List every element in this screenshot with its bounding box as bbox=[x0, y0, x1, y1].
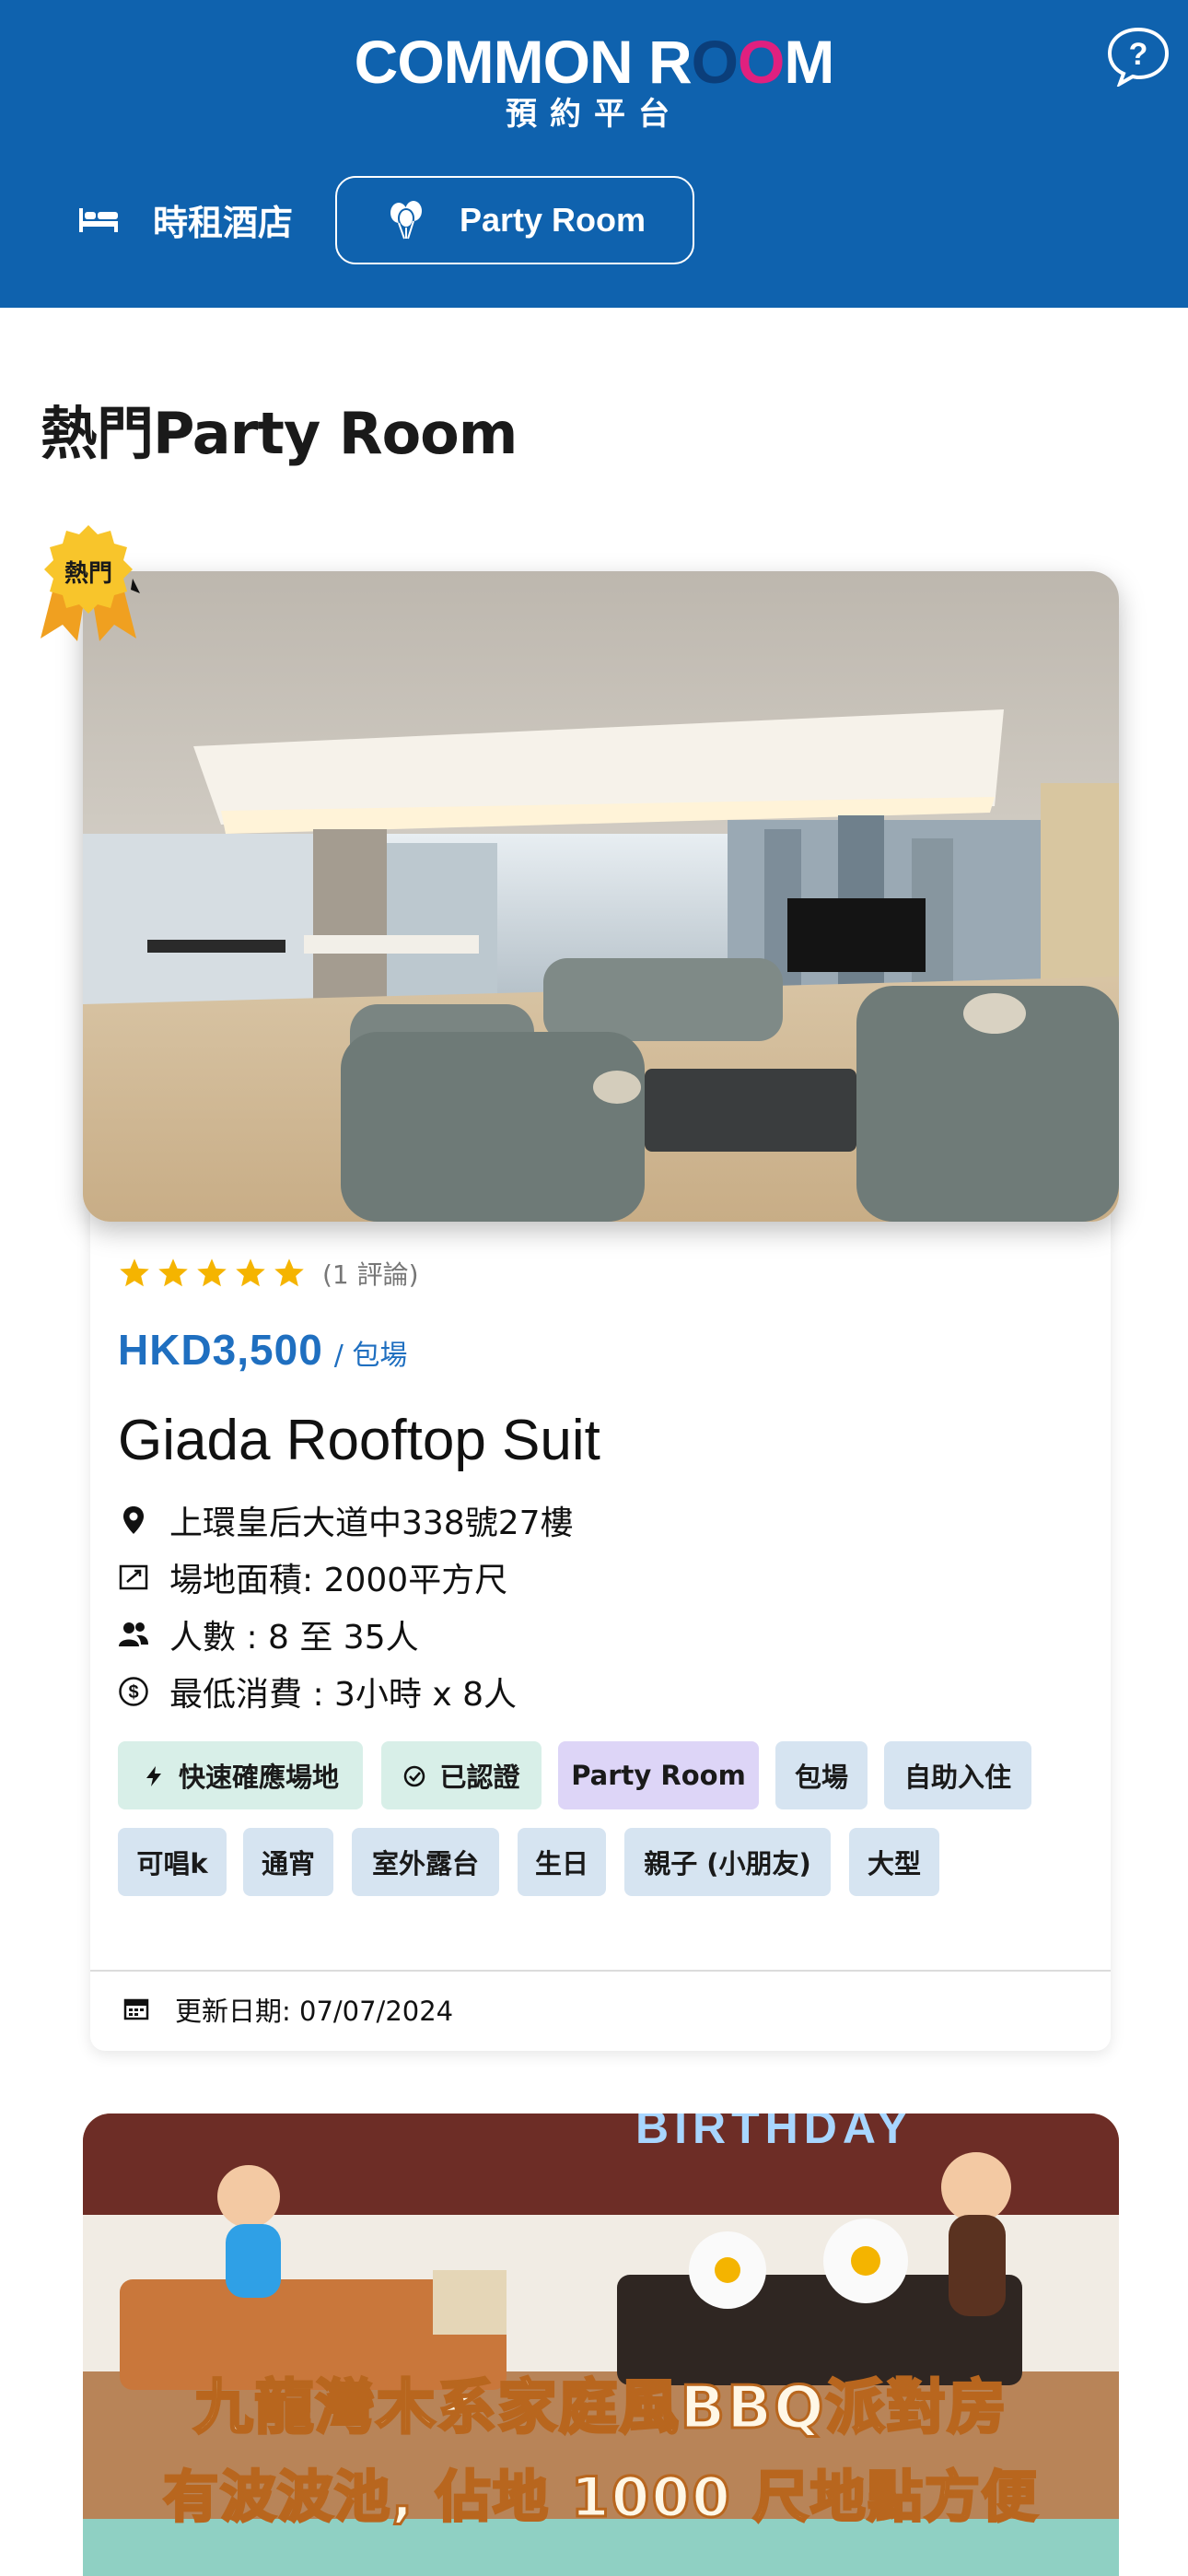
brand-logo[interactable]: COMMON ROOM 預約平台 bbox=[0, 31, 1188, 133]
tab-label: Party Room bbox=[459, 201, 646, 239]
tag[interactable]: 生日 bbox=[518, 1828, 606, 1896]
star-rating: (1 評論) bbox=[118, 1255, 419, 1292]
dollar-icon: $ bbox=[118, 1676, 149, 1707]
address-row: 上環皇后大道中338號27樓 bbox=[118, 1496, 574, 1544]
tag[interactable]: 已認證 bbox=[381, 1741, 542, 1809]
calendar-icon bbox=[123, 1996, 149, 2022]
sign-text: BIRTHDAY bbox=[635, 2113, 914, 2153]
star-icon bbox=[158, 1259, 188, 1287]
banner-line-2: 有波波池, 佔地 1000 尺地點方便 bbox=[162, 2465, 1039, 2532]
area-text: 場地面積: 2000平方尺 bbox=[169, 1562, 508, 1599]
listing-photo[interactable] bbox=[83, 571, 1119, 1222]
tag[interactable]: 親子 (小朋友) bbox=[624, 1828, 831, 1896]
listing-card-2[interactable]: BIRTHDAY 九龍灣木系家庭風BBQ派對房 有波波池, 佔地 1000 尺地… bbox=[83, 2113, 1119, 2576]
tag[interactable]: 大型 bbox=[849, 1828, 939, 1896]
logo-subtitle: 預約平台 bbox=[506, 96, 682, 133]
review-count[interactable]: (1 評論) bbox=[322, 1255, 419, 1292]
tag[interactable]: 包場 bbox=[775, 1741, 868, 1809]
updated-date-text: 更新日期: 07/07/2024 bbox=[175, 1996, 454, 2027]
people-icon bbox=[118, 1619, 149, 1650]
listing-name[interactable]: Giada Rooftop Suit bbox=[118, 1408, 600, 1473]
tag[interactable]: 快速確應場地 bbox=[118, 1741, 363, 1809]
tag[interactable]: 自助入住 bbox=[884, 1741, 1031, 1809]
min-spend-row: $ 最低消費 : 3小時 x 8人 bbox=[118, 1668, 517, 1715]
updated-date-row: 更新日期: 07/07/2024 bbox=[123, 1990, 453, 2029]
app-header: COMMON ROOM 預約平台 ? 時租酒店 Party Room bbox=[0, 0, 1188, 308]
price-amount: HKD3,500 bbox=[118, 1326, 323, 1374]
svg-text:?: ? bbox=[1129, 37, 1148, 72]
star-icon bbox=[236, 1259, 265, 1287]
bolt-icon bbox=[142, 1763, 166, 1787]
capacity-row: 人數 : 8 至 35人 bbox=[118, 1610, 419, 1658]
hot-badge-label: 熱門 bbox=[64, 560, 112, 588]
tag[interactable]: 可唱k bbox=[118, 1828, 227, 1896]
star-icon bbox=[120, 1259, 149, 1287]
tab-label: 時租酒店 bbox=[153, 202, 294, 243]
tag[interactable]: Party Room bbox=[558, 1741, 759, 1809]
logo-wordmark: COMMON ROOM bbox=[354, 28, 835, 96]
price-unit: / 包場 bbox=[333, 1340, 408, 1372]
card-divider bbox=[90, 1970, 1111, 1972]
bed-icon bbox=[77, 203, 120, 236]
min-spend-text: 最低消費 : 3小時 x 8人 bbox=[169, 1676, 518, 1714]
price: HKD3,500 / 包場 bbox=[118, 1325, 407, 1375]
tab-party-room[interactable]: Party Room bbox=[335, 176, 694, 264]
balloons-icon bbox=[384, 198, 428, 242]
verified-icon bbox=[402, 1763, 426, 1787]
tag[interactable]: 通宵 bbox=[243, 1828, 333, 1896]
address-text: 上環皇后大道中338號27樓 bbox=[169, 1505, 574, 1542]
banner-line-1: 九龍灣木系家庭風BBQ派對房 bbox=[192, 2373, 1008, 2444]
area-icon bbox=[118, 1562, 149, 1593]
capacity-text: 人數 : 8 至 35人 bbox=[169, 1619, 419, 1657]
hot-badge: 熱門 bbox=[37, 523, 140, 643]
svg-text:$: $ bbox=[128, 1682, 138, 1703]
help-icon[interactable]: ? bbox=[1105, 26, 1171, 88]
map-pin-icon bbox=[118, 1505, 149, 1536]
star-icon bbox=[274, 1259, 304, 1287]
section-title: 熱門Party Room bbox=[41, 400, 518, 467]
tab-hourly-hotel[interactable]: 時租酒店 bbox=[77, 190, 293, 249]
star-icon bbox=[197, 1259, 227, 1287]
tag[interactable]: 室外露台 bbox=[352, 1828, 499, 1896]
area-row: 場地面積: 2000平方尺 bbox=[118, 1553, 507, 1601]
